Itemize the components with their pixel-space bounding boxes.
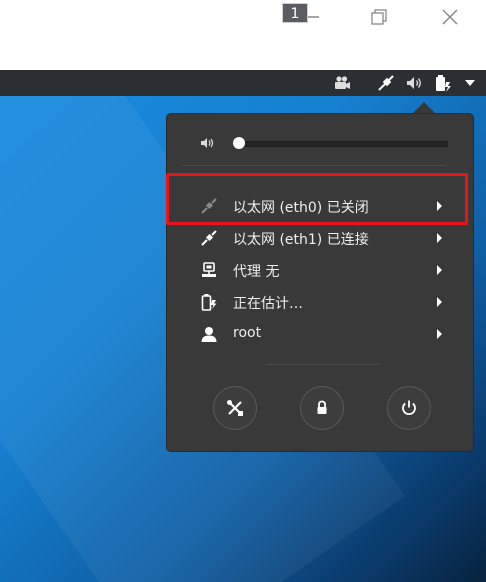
power-icon [402,400,416,415]
chevron-right-icon [437,265,442,275]
ethernet-icon[interactable] [376,73,396,93]
chevron-right-icon [437,297,442,307]
lock-icon [317,400,327,414]
settings-button[interactable] [213,386,257,430]
volume-slider-icon [200,135,216,151]
close-button[interactable] [438,6,462,30]
volume-icon[interactable] [405,73,425,93]
battery-icon[interactable] [433,73,453,93]
menu-item-eth1[interactable]: 以太网 (eth1) 已连接 [166,222,474,254]
user-icon [200,325,218,343]
volume-slider-knob[interactable] [233,137,245,149]
camera-icon[interactable] [332,73,352,93]
volume-slider[interactable] [238,141,448,147]
menu-item-user[interactable]: root [166,318,474,350]
restore-icon [371,9,387,25]
settings-tools-icon [227,400,243,416]
ethernet-connected-icon [200,229,218,247]
restore-button[interactable] [367,6,391,30]
system-menu-arrow-icon[interactable] [465,80,475,86]
menu-item-label: 代理 无 [233,264,280,280]
chevron-right-icon [437,329,442,339]
menu-item-battery[interactable]: 正在估计… [166,286,474,318]
lock-button[interactable] [300,386,344,430]
battery-charging-icon [200,293,218,311]
close-icon [442,9,458,25]
power-button[interactable] [387,386,431,430]
menu-item-label: 正在估计… [233,296,303,312]
separator [265,364,379,365]
chevron-right-icon [437,233,442,243]
menu-item-proxy[interactable]: 代理 无 [166,254,474,286]
separator [182,165,446,166]
menu-item-label: 以太网 (eth1) 已连接 [233,232,369,248]
proxy-icon [200,261,218,279]
workspace-indicator[interactable]: 1 [282,3,308,23]
menu-item-label: root [233,325,262,341]
window-titlebar [0,0,486,70]
highlight-box [166,173,468,225]
